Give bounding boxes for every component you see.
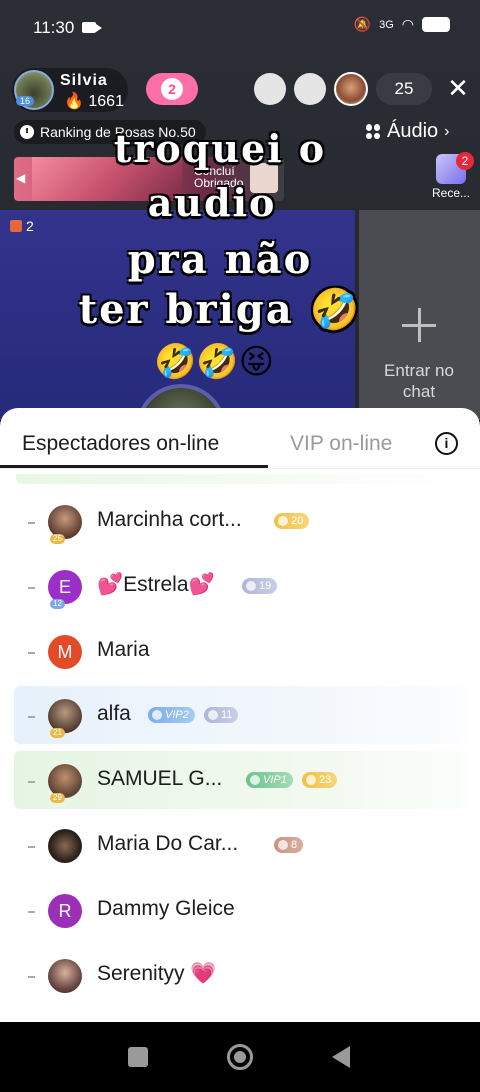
crown-icon	[152, 710, 162, 720]
viewer-count[interactable]: 25	[376, 73, 432, 105]
host-name: Silvia	[60, 72, 108, 89]
status-time: 11:30	[33, 18, 75, 37]
mute-icon: 🔕	[353, 16, 372, 32]
fan-badge-value: 20	[291, 515, 304, 527]
level-badge: 29	[50, 793, 65, 803]
viewer-name: alfa	[97, 702, 131, 725]
sheet-tabs: Espectadores on-line VIP on-line i	[0, 408, 480, 470]
heart-icon	[278, 840, 288, 850]
avatar[interactable]	[48, 829, 82, 863]
level-badge: 21	[50, 728, 65, 738]
list-fade	[16, 474, 464, 484]
diamond-icon	[208, 710, 218, 720]
fan-badge-value: 23	[319, 774, 332, 786]
viewer-name: 💕Estrela💕	[97, 573, 215, 596]
viewer-avatar-3[interactable]	[334, 72, 368, 106]
list-item[interactable]: R Dammy Gleice	[14, 881, 466, 939]
enter-chat-label[interactable]: Entrar no chat	[366, 360, 472, 402]
tab-divider	[0, 468, 480, 469]
tab-vip-online[interactable]: VIP on-line	[290, 432, 392, 456]
fan-badge: 20	[274, 513, 310, 529]
list-item[interactable]: Maria Do Car... 8	[14, 816, 466, 874]
overlay-emojis: 🤣🤣😝	[154, 343, 275, 381]
recents-icon[interactable]	[128, 1047, 148, 1067]
list-item[interactable]: 21 alfa VIP2 11	[14, 686, 466, 744]
home-icon[interactable]	[227, 1044, 253, 1070]
list-item[interactable]: 25 Marcinha cort... 20	[14, 492, 466, 550]
viewer-name: Maria	[97, 638, 150, 661]
rank-dash	[28, 652, 35, 654]
vip-badge-value: VIP2	[165, 709, 189, 721]
info-icon[interactable]: i	[435, 432, 458, 455]
avatar[interactable]	[48, 959, 82, 993]
viewer-name: Maria Do Car...	[97, 832, 239, 855]
overlay-line-4: ter briga 🤣	[78, 286, 362, 333]
overlay-line-3: pra não	[127, 236, 313, 283]
status-bar: 11:30 🔕 3G ◠ 37	[0, 0, 480, 58]
viewer-name: Serenityy 💗	[97, 962, 217, 985]
viewer-name: SAMUEL G...	[97, 767, 223, 790]
viewers-sheet: Espectadores on-line VIP on-line i 25 Ma…	[0, 408, 480, 1022]
close-icon[interactable]: ✕	[444, 73, 472, 103]
level-badge: 25	[50, 534, 65, 544]
viewer-name: Marcinha cort...	[97, 508, 242, 531]
list-item[interactable]: E 12 💕Estrela💕 19	[14, 557, 466, 615]
host-level-badge: 16	[16, 96, 35, 106]
live-room: 11:30 🔕 3G ◠ 37 16 Silvia 🔥 1661 2 25 ✕ …	[0, 0, 480, 420]
viewer-name: Dammy Gleice	[97, 897, 235, 920]
back-icon[interactable]	[332, 1046, 350, 1068]
vip-badge: VIP2	[148, 707, 195, 723]
list-item[interactable]: M Maria	[14, 622, 466, 680]
rank-dash	[28, 522, 35, 524]
rank-dash	[28, 587, 35, 589]
viewer-avatar-2[interactable]	[294, 73, 326, 105]
host-fans: 🔥 1661	[64, 93, 124, 110]
list-item[interactable]: 29 SAMUEL G... VIP1 23	[14, 751, 466, 809]
rank-dash	[28, 716, 35, 718]
star-icon	[306, 775, 316, 785]
level-badge: 12	[50, 599, 65, 609]
rank-dash	[28, 976, 35, 978]
overlay-line-1: troquei o	[113, 126, 327, 171]
heart-count: 2	[161, 78, 183, 100]
viewer-avatar-1[interactable]	[254, 73, 286, 105]
battery-icon: 37	[422, 17, 450, 32]
diamond-icon	[246, 581, 256, 591]
avatar[interactable]: M	[48, 635, 82, 669]
navigation-bar	[0, 1022, 480, 1092]
rank-dash	[28, 846, 35, 848]
system-icons: 🔕 3G ◠ 37	[354, 16, 450, 33]
signal-icon: 3G	[379, 18, 394, 31]
rank-dash	[28, 781, 35, 783]
fan-badge-value: 19	[259, 580, 272, 592]
fan-badge: 23	[302, 772, 338, 788]
vip-badge: VIP1	[246, 772, 293, 788]
fan-badge: 19	[242, 578, 278, 594]
star-icon	[278, 516, 288, 526]
vip-badge-value: VIP1	[263, 774, 287, 786]
rank-dash	[28, 911, 35, 913]
fan-badge: 8	[274, 837, 304, 853]
heart-badge[interactable]: 2	[146, 73, 198, 105]
avatar[interactable]: R	[48, 894, 82, 928]
list-item[interactable]: Serenityy 💗	[14, 946, 466, 1004]
crown-icon	[250, 775, 260, 785]
fan-badge-value: 8	[291, 839, 298, 851]
fan-badge-value: 11	[221, 709, 233, 721]
tab-online-viewers[interactable]: Espectadores on-line	[22, 432, 219, 456]
fan-badge: 11	[204, 707, 239, 723]
wifi-icon: ◠	[401, 16, 414, 32]
overlay-line-2: audio	[147, 180, 277, 225]
camera-icon	[82, 22, 102, 33]
